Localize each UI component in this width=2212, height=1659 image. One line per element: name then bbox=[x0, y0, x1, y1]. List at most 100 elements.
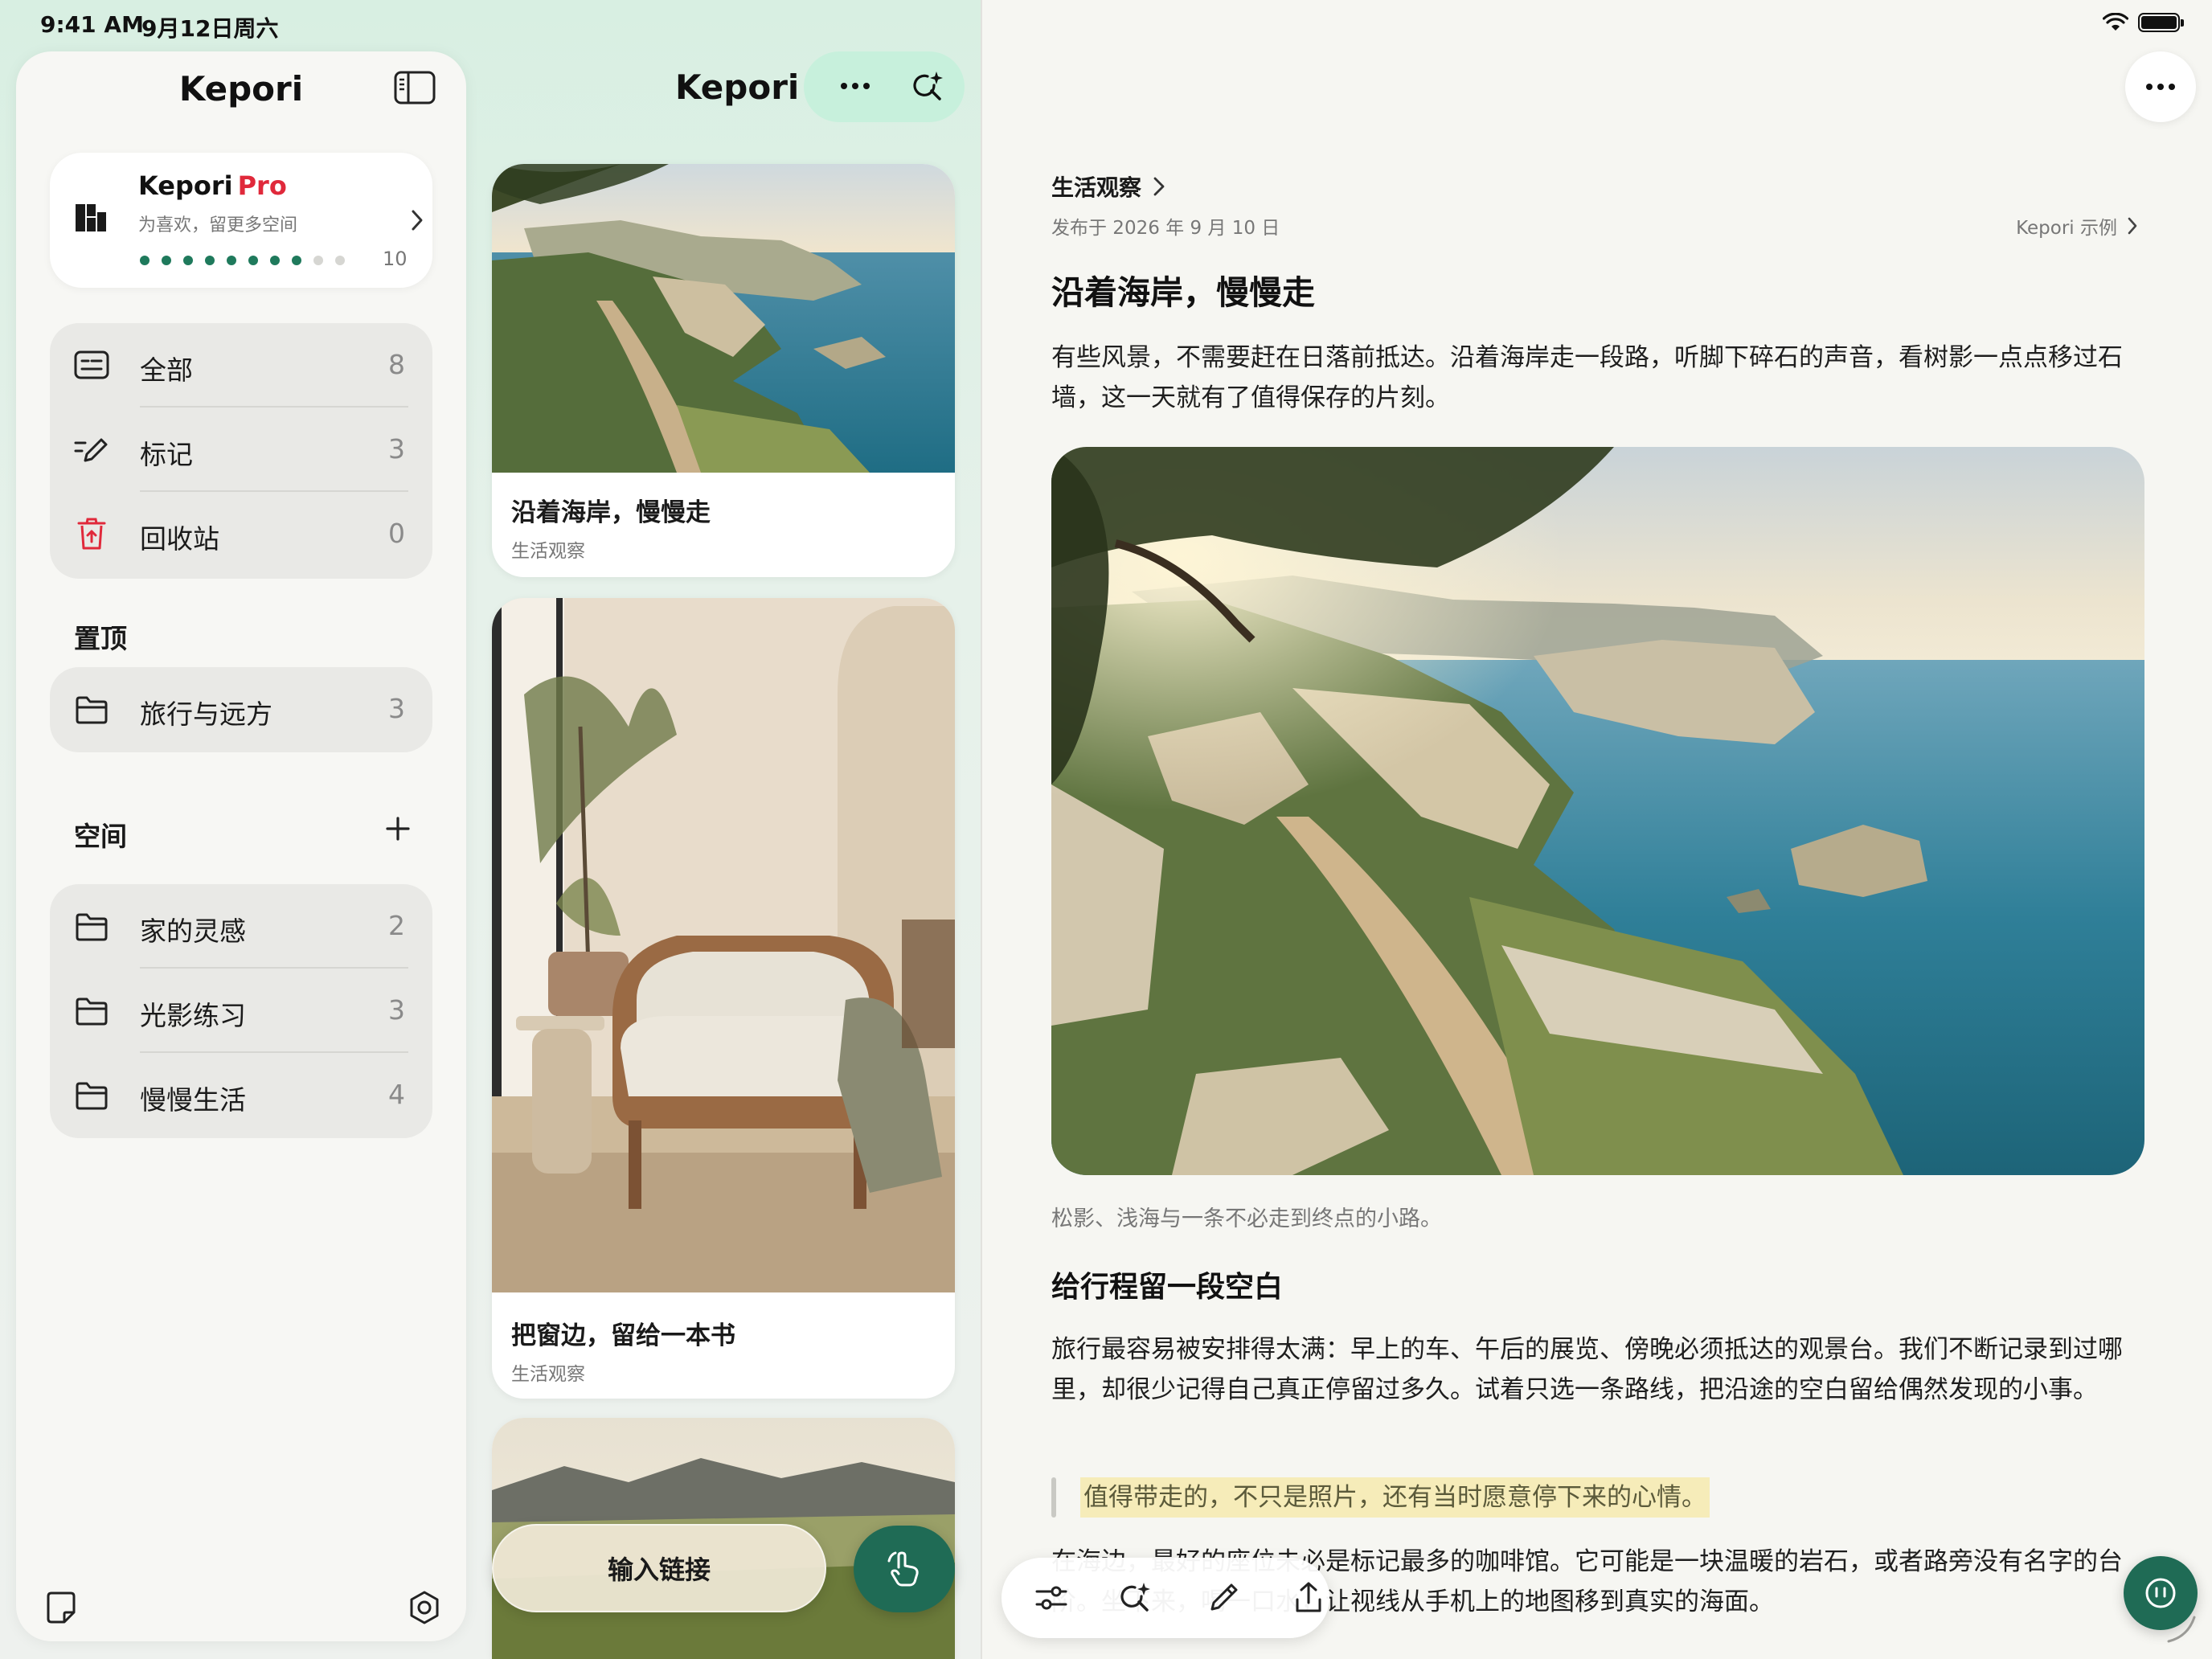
progress-dot bbox=[270, 256, 280, 265]
spaces-group: 家的灵感 2 光影练习 3 慢慢生活 4 bbox=[50, 884, 432, 1138]
chevron-right-icon bbox=[412, 210, 423, 231]
more-options-icon[interactable] bbox=[838, 74, 873, 98]
spaces-header: 空间 bbox=[74, 821, 127, 852]
sidebar-item-label: 标记 bbox=[140, 439, 193, 470]
battery-icon bbox=[2138, 13, 2184, 32]
article-intro: 有些风景，不需要赶在日落前抵达。沿着海岸走一段路，听脚下碎石的声音，看树影一点点… bbox=[1051, 343, 2123, 412]
settings-icon[interactable] bbox=[407, 1590, 442, 1625]
note-card[interactable]: 把窗边，留给一本书 生活观察 bbox=[492, 598, 955, 1399]
progress-dot bbox=[183, 256, 193, 265]
sidebar-item-label: 旅行与远方 bbox=[140, 698, 272, 730]
sidebar-item-label: 回收站 bbox=[140, 523, 219, 555]
library-group: 全部 8 标记 3 回收站 0 bbox=[50, 323, 432, 579]
article-title: 沿着海岸，慢慢走 bbox=[1051, 273, 1315, 312]
image-caption: 松影、浅海与一条不必走到终点的小路。 bbox=[1051, 1206, 1442, 1231]
trash-icon bbox=[77, 518, 106, 550]
enter-link-button[interactable]: 输入链接 bbox=[492, 1524, 826, 1612]
article-more-button[interactable] bbox=[2125, 51, 2196, 122]
breadcrumb-label: 生活观察 bbox=[1051, 174, 1142, 201]
pinned-header: 置顶 bbox=[74, 623, 127, 654]
progress-dot bbox=[227, 256, 236, 265]
sidebar-item-trash[interactable]: 回收站 0 bbox=[50, 492, 432, 576]
folder-icon bbox=[76, 1082, 108, 1110]
more-options-icon bbox=[2146, 84, 2175, 90]
share-icon[interactable] bbox=[1291, 1580, 1326, 1616]
article-toolbar bbox=[1002, 1558, 1329, 1638]
status-time: 9:41 AM bbox=[40, 11, 144, 38]
sidebar-item-light-practice[interactable]: 光影练习 3 bbox=[50, 969, 432, 1053]
coast-photo bbox=[1051, 447, 2144, 1175]
pro-subtitle: 为喜欢，留更多空间 bbox=[138, 215, 298, 236]
sidebar-item-slow-life[interactable]: 慢慢生活 4 bbox=[50, 1053, 432, 1137]
sidebar-item-count: 3 bbox=[388, 994, 405, 1026]
quick-capture-button[interactable] bbox=[854, 1526, 955, 1612]
card-photo-armchair bbox=[492, 598, 955, 1292]
pro-title: Kepori Pro bbox=[138, 170, 287, 201]
ai-search-icon[interactable] bbox=[910, 69, 945, 104]
sidebar-item-label: 全部 bbox=[140, 354, 193, 386]
progress-dot bbox=[292, 256, 301, 265]
sidebar-item-label: 光影练习 bbox=[140, 1000, 246, 1031]
sidebar-item-label: 慢慢生活 bbox=[140, 1084, 246, 1116]
chevron-right-icon bbox=[1153, 177, 1165, 196]
card-title: 沿着海岸，慢慢走 bbox=[511, 498, 711, 527]
card-photo-coast bbox=[492, 164, 955, 473]
chevron-right-icon bbox=[2128, 217, 2137, 235]
hand-tap-icon bbox=[887, 1551, 919, 1587]
progress-dot bbox=[248, 256, 258, 265]
sidebar-item-home-inspiration[interactable]: 家的灵感 2 bbox=[50, 884, 432, 969]
progress-dot bbox=[335, 256, 345, 265]
pro-count: 10 bbox=[383, 248, 408, 270]
sidebar-item-count: 3 bbox=[388, 693, 405, 724]
sidebar-item-marked[interactable]: 标记 3 bbox=[50, 408, 432, 492]
quote-bar bbox=[1051, 1477, 1056, 1518]
highlighted-quote[interactable]: 值得带走的，不只是照片，还有当时愿意停下来的心情。 bbox=[1080, 1477, 1710, 1518]
progress-dot bbox=[205, 256, 215, 265]
article-body: 旅行最容易被安排得太满：早上的车、午后的展览、傍晚必须抵达的观景台。我们不断记录… bbox=[1051, 1335, 2123, 1404]
edit-pencil-icon[interactable] bbox=[1206, 1580, 1241, 1616]
sidebar-item-count: 0 bbox=[388, 518, 405, 549]
pro-upgrade-card[interactable]: Kepori Pro 为喜欢，留更多空间 10 bbox=[50, 153, 432, 288]
folder-icon bbox=[76, 913, 108, 941]
new-note-icon[interactable] bbox=[45, 1590, 77, 1625]
sidebar-toggle-icon[interactable] bbox=[394, 71, 436, 104]
all-notes-icon bbox=[74, 350, 109, 379]
sidebar: Kepori Kepori Pro 为喜欢，留更多空间 10 全部 8 标记 3… bbox=[16, 51, 466, 1641]
adjust-sliders-icon[interactable] bbox=[1034, 1580, 1069, 1616]
source-label: Kepori 示例 bbox=[2016, 218, 2117, 239]
folder-icon bbox=[76, 696, 108, 724]
note-card[interactable]: 沿着海岸，慢慢走 生活观察 bbox=[492, 164, 955, 577]
status-date: 9月12日周六 bbox=[141, 15, 279, 42]
ai-search-icon[interactable] bbox=[1117, 1580, 1153, 1616]
sidebar-item-count: 4 bbox=[388, 1079, 405, 1110]
wifi-icon bbox=[2103, 13, 2128, 31]
add-space-button[interactable] bbox=[384, 815, 412, 842]
kepori-logo-icon bbox=[76, 204, 106, 231]
publish-date: 发布于 2026 年 9 月 10 日 bbox=[1051, 218, 1280, 239]
pinned-group: 旅行与远方 3 bbox=[50, 667, 432, 752]
breadcrumb[interactable]: 生活观察 bbox=[1051, 170, 1165, 203]
status-icons bbox=[2103, 13, 2184, 32]
highlight-pen-icon bbox=[74, 438, 108, 462]
section-heading: 给行程留一段空白 bbox=[1051, 1271, 1284, 1304]
progress-dot bbox=[313, 256, 323, 265]
progress-dot bbox=[162, 256, 171, 265]
chat-bubble-icon bbox=[2145, 1578, 2176, 1608]
card-title: 把窗边，留给一本书 bbox=[511, 1321, 735, 1350]
article-hero-image bbox=[1051, 447, 2144, 1175]
list-actions-pill bbox=[804, 51, 965, 122]
sidebar-item-travel[interactable]: 旅行与远方 3 bbox=[50, 667, 432, 752]
source-link[interactable]: Kepori 示例 bbox=[2016, 212, 2138, 240]
pro-badge: Pro bbox=[237, 170, 287, 201]
sidebar-item-count: 2 bbox=[388, 910, 405, 941]
sidebar-item-all[interactable]: 全部 8 bbox=[50, 323, 432, 408]
folder-icon bbox=[76, 997, 108, 1026]
list-title: Kepori bbox=[675, 68, 800, 107]
sidebar-item-count: 3 bbox=[388, 433, 405, 465]
resize-grabber-icon[interactable] bbox=[2165, 1612, 2198, 1645]
card-category: 生活观察 bbox=[511, 541, 585, 562]
progress-dot bbox=[140, 256, 150, 265]
sidebar-item-label: 家的灵感 bbox=[140, 916, 246, 947]
pro-progress-dots bbox=[140, 256, 345, 265]
sidebar-item-count: 8 bbox=[388, 349, 405, 380]
